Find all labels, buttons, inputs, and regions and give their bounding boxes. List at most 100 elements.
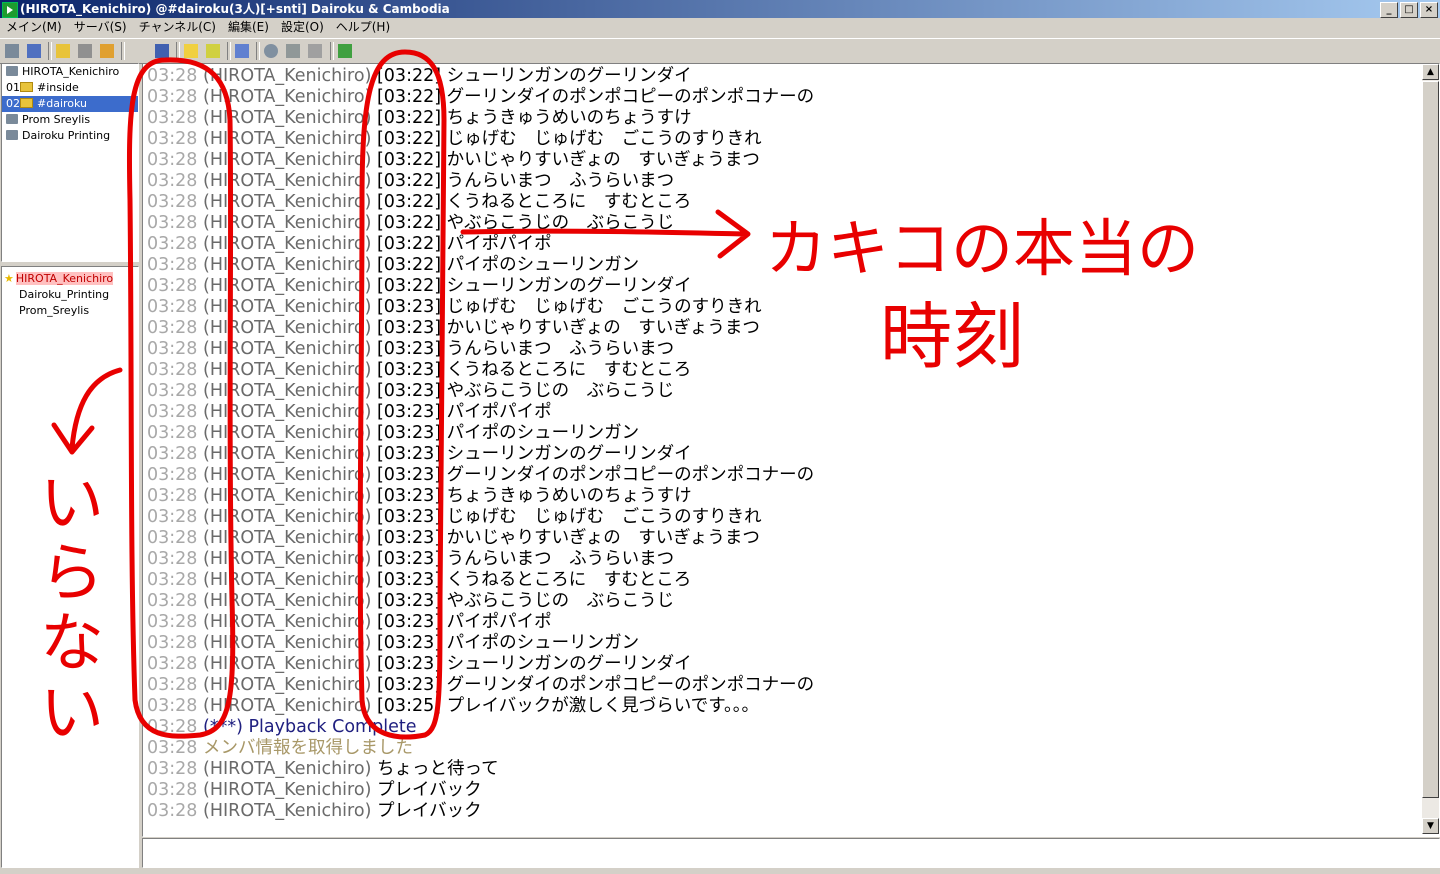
log-time: 03:28 — [147, 318, 198, 338]
window-title: (HIROTA_Kenichiro) @#dairoku(3人)[+snti] … — [20, 2, 450, 16]
part-icon[interactable] — [100, 44, 114, 58]
menu-edit[interactable]: 編集(E) — [222, 18, 275, 37]
menu-channel[interactable]: チャンネル(C) — [133, 18, 222, 37]
channel-name: #inside — [37, 81, 79, 94]
log-line: 03:28 (HIROTA_Kenichiro) [03:23] うんらいまつ … — [147, 339, 814, 360]
channel-name: #dairoku — [37, 97, 88, 110]
log-time: 03:28 — [147, 465, 198, 485]
toolbar-separator — [121, 42, 125, 60]
user-item[interactable]: ★ HIROTA_Kenichiro — [2, 271, 138, 287]
channel-item-selected[interactable]: 02 #dairoku — [2, 96, 138, 112]
log-message: [03:22] ちょうきゅうめいのちょうすけ — [371, 108, 692, 128]
log-line: 03:28 (HIROTA_Kenichiro) プレイバック — [147, 780, 814, 801]
server-icon[interactable] — [5, 44, 19, 58]
channel-item[interactable]: Prom Sreylis — [2, 112, 138, 128]
channel-item[interactable]: 01 #inside — [2, 80, 138, 96]
log-message: [03:25] プレイバックが激しく見づらいです。。。 — [371, 696, 759, 716]
log-nick: (HIROTA_Kenichiro) — [203, 402, 372, 422]
channel-item[interactable]: Dairoku Printing — [2, 128, 138, 144]
log-message: [03:23] くうねるところに すむところ — [371, 360, 692, 380]
menu-help[interactable]: ヘルプ(H) — [330, 18, 396, 37]
log-time: 03:28 — [147, 423, 198, 443]
log-line: 03:28 (HIROTA_Kenichiro) [03:23] パイポパイポ — [147, 612, 814, 633]
log-time: 03:28 — [147, 486, 198, 506]
user-item[interactable]: Prom_Sreylis — [2, 303, 155, 319]
user-item[interactable]: Dairoku_Printing — [2, 287, 155, 303]
log-time: 03:28 — [147, 444, 198, 464]
log-nick: (HIROTA_Kenichiro) — [203, 465, 372, 485]
log-time: 03:28 — [147, 612, 198, 632]
folder-icon — [20, 82, 33, 92]
search-icon[interactable] — [264, 44, 278, 58]
log-nick: (HIROTA_Kenichiro) — [203, 444, 372, 464]
log-time: 03:28 — [147, 276, 198, 296]
menu-main[interactable]: メイン(M) — [0, 18, 68, 37]
log-line: 03:28 (HIROTA_Kenichiro) [03:23] シューリンガン… — [147, 654, 814, 675]
log-line: 03:28 (HIROTA_Kenichiro) [03:23] じゅげむ じゅ… — [147, 507, 814, 528]
log-line: 03:28 (HIROTA_Kenichiro) [03:23] かいじゃりすい… — [147, 318, 814, 339]
log-message: [03:22] じゅげむ じゅげむ ごこうのすりきれ — [371, 129, 762, 149]
log-time: 03:28 — [147, 108, 198, 128]
log-line: 03:28 (HIROTA_Kenichiro) ちょっと待って — [147, 759, 814, 780]
scroll-up-icon[interactable]: ▲ — [1422, 64, 1439, 80]
log-message: Playback Complete — [242, 717, 417, 737]
log-time: 03:28 — [147, 297, 198, 317]
log-message: [03:23] かいじゃりすいぎょの すいぎょうまつ — [371, 318, 760, 338]
disconnect-icon[interactable] — [78, 44, 92, 58]
log-message: [03:23] シューリンガンのグーリンダイ — [371, 444, 692, 464]
log-message: [03:22] シューリンガンのグーリンダイ — [371, 276, 692, 296]
channel-item[interactable]: HIROTA_Kenichiro — [2, 64, 138, 80]
log-nick: (HIROTA_Kenichiro) — [203, 423, 372, 443]
log-icon[interactable] — [308, 44, 322, 58]
exit-icon[interactable] — [338, 44, 352, 58]
checklist-icon[interactable] — [235, 44, 249, 58]
log-message: [03:23] じゅげむ じゅげむ ごこうのすりきれ — [371, 507, 762, 527]
channel-name: HIROTA_Kenichiro — [22, 65, 120, 78]
toolbar-separator — [48, 42, 52, 60]
log-nick: (HIROTA_Kenichiro) — [203, 339, 372, 359]
folder-icon[interactable] — [56, 44, 70, 58]
log-time: 03:28 — [147, 654, 198, 674]
log-time: 03:28 — [147, 192, 198, 212]
folder-icon — [20, 98, 33, 108]
log-time: 03:28 — [147, 591, 198, 611]
channel-name: Prom Sreylis — [22, 113, 91, 126]
log-nick: (HIROTA_Kenichiro) — [203, 234, 372, 254]
log-time: 03:28 — [147, 633, 198, 653]
log-message: プレイバック — [371, 780, 482, 800]
log-nick: (***) — [203, 717, 243, 737]
chat-icon[interactable] — [286, 44, 300, 58]
log-message: [03:23] パイポパイポ — [371, 612, 552, 632]
maximize-button[interactable]: □ — [1400, 2, 1418, 18]
log-message: [03:22] シューリンガンのグーリンダイ — [371, 66, 692, 86]
log-line: 03:28 (HIROTA_Kenichiro) [03:22] シューリンガン… — [147, 66, 814, 87]
note-icon[interactable] — [184, 44, 198, 58]
window-controls: _ □ × — [1380, 2, 1438, 18]
edit-icon[interactable] — [206, 44, 220, 58]
scroll-thumb[interactable] — [1422, 81, 1439, 798]
message-input[interactable] — [142, 838, 1440, 868]
log-line: 03:28 (HIROTA_Kenichiro) [03:23] やぶらこうじの… — [147, 591, 814, 612]
log-nick: (HIROTA_Kenichiro) — [203, 87, 372, 107]
scroll-down-icon[interactable]: ▼ — [1422, 818, 1439, 834]
close-button[interactable]: × — [1420, 2, 1438, 18]
user-icon[interactable] — [155, 44, 169, 58]
log-time: 03:28 — [147, 675, 198, 695]
vertical-scrollbar[interactable]: ▲ ▼ — [1422, 64, 1439, 834]
minimize-button[interactable]: _ — [1380, 2, 1398, 18]
log-line: 03:28 (HIROTA_Kenichiro) [03:23] グーリンダイの… — [147, 465, 814, 486]
log-nick: (HIROTA_Kenichiro) — [203, 528, 372, 548]
chat-log[interactable]: 03:28 (HIROTA_Kenichiro) [03:22] シューリンガン… — [142, 63, 1440, 837]
log-nick: (HIROTA_Kenichiro) — [203, 801, 372, 821]
log-time: 03:28 — [147, 759, 198, 779]
log-line: 03:28 メンバ情報を取得しました — [147, 738, 814, 759]
title-bar: (HIROTA_Kenichiro) @#dairoku(3人)[+snti] … — [0, 0, 1440, 18]
log-message: [03:22] グーリンダイのポンポコピーのポンポコナーの — [371, 87, 815, 107]
log-message: [03:23] シューリンガンのグーリンダイ — [371, 654, 692, 674]
connect-icon[interactable] — [27, 44, 41, 58]
log-message: [03:22] うんらいまつ ふうらいまつ — [371, 171, 675, 191]
toolbar-separator — [256, 42, 260, 60]
menu-server[interactable]: サーバ(S) — [68, 18, 133, 37]
log-line: 03:28 (HIROTA_Kenichiro) [03:22] じゅげむ じゅ… — [147, 129, 814, 150]
menu-settings[interactable]: 設定(O) — [275, 18, 330, 37]
